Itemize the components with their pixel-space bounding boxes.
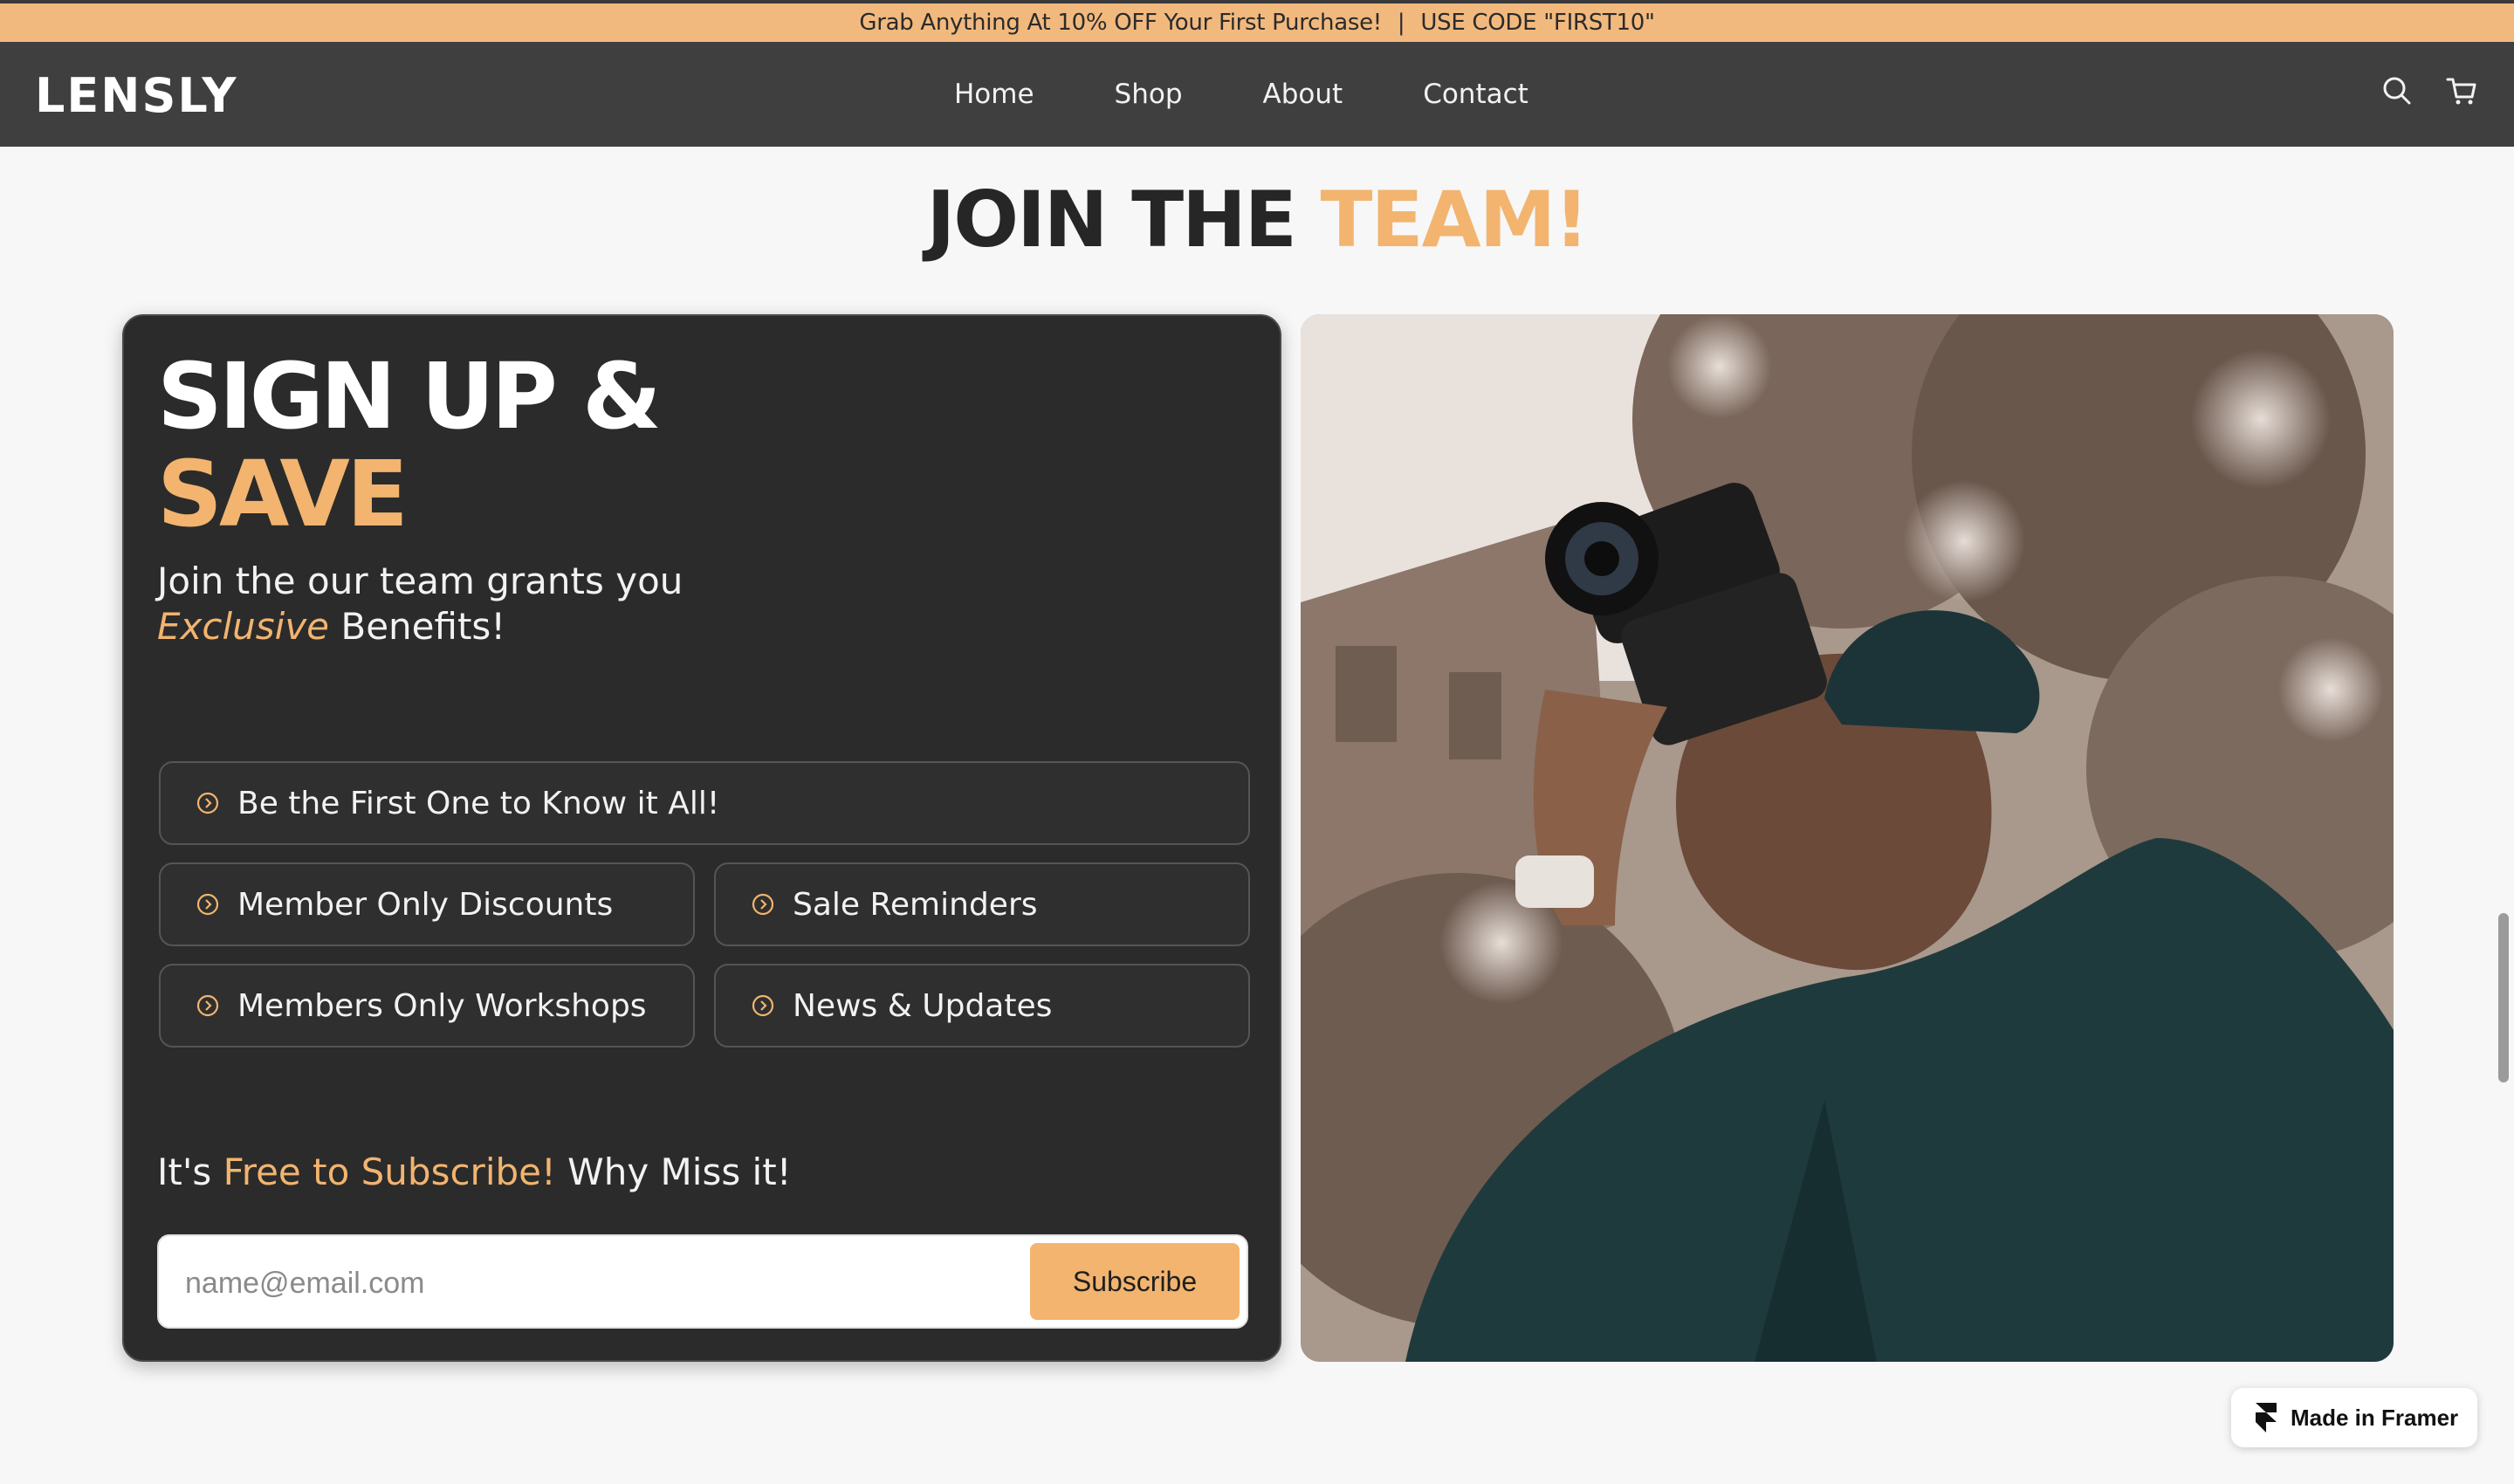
promo-banner: Grab Anything At 10% OFF Your First Purc…: [0, 0, 2514, 42]
signup-subtitle: Join the our team grants you Exclusive B…: [157, 559, 768, 649]
subscribe-button[interactable]: Subscribe: [1030, 1243, 1240, 1320]
benefit-item: Sale Reminders: [714, 862, 1250, 946]
photographer-illustration: [1301, 314, 2394, 1362]
badge-label: Made in Framer: [2291, 1404, 2459, 1431]
chevron-circle-icon: [196, 893, 219, 916]
benefit-item: Members Only Workshops: [159, 964, 695, 1048]
title-accent: TEAM!: [1320, 175, 1590, 265]
email-input[interactable]: [183, 1259, 972, 1308]
chevron-circle-icon: [752, 994, 774, 1017]
page-title: JOIN THE TEAM!: [0, 175, 2514, 265]
free-subscribe-line: It's Free to Subscribe! Why Miss it!: [157, 1151, 792, 1193]
page-scrollbar[interactable]: [2498, 913, 2509, 1082]
signup-card: SIGN UP & SAVE Join the our team grants …: [122, 314, 1281, 1362]
benefit-item: Be the First One to Know it All!: [159, 761, 1250, 845]
benefit-label: Members Only Workshops: [237, 987, 647, 1024]
chevron-circle-icon: [196, 994, 219, 1017]
nav-link-home[interactable]: Home: [954, 79, 1034, 110]
nav-links: Home Shop About Contact: [954, 42, 1609, 147]
cart-icon[interactable]: [2444, 73, 2479, 108]
promo-separator: |: [1397, 10, 1405, 36]
subtitle-rest: Benefits!: [329, 605, 506, 648]
promo-code: USE CODE "FIRST10": [1420, 10, 1655, 36]
benefit-label: Sale Reminders: [793, 886, 1038, 923]
nav-link-shop[interactable]: Shop: [1115, 79, 1183, 110]
benefit-label: News & Updates: [793, 987, 1053, 1024]
chevron-circle-icon: [196, 792, 219, 814]
framer-logo-icon: [2256, 1403, 2277, 1432]
nav-link-about[interactable]: About: [1263, 79, 1343, 110]
free-prefix: It's: [157, 1151, 223, 1193]
nav-icons: [2380, 73, 2479, 108]
benefit-item: Member Only Discounts: [159, 862, 695, 946]
title-main: JOIN THE: [926, 175, 1321, 265]
subtitle-emphasis: Exclusive: [157, 605, 330, 648]
signup-heading: SIGN UP & SAVE: [157, 343, 662, 547]
chevron-circle-icon: [752, 893, 774, 916]
subtitle-line1: Join the our team grants you: [157, 560, 683, 602]
benefit-item: News & Updates: [714, 964, 1250, 1048]
search-icon[interactable]: [2380, 73, 2414, 108]
photographer-image: [1301, 314, 2394, 1362]
free-accent: Free to Subscribe!: [223, 1151, 556, 1193]
nav-link-contact[interactable]: Contact: [1423, 79, 1528, 110]
signup-heading-line1: SIGN UP &: [157, 343, 662, 450]
made-in-framer-badge[interactable]: Made in Framer: [2231, 1388, 2477, 1447]
subscribe-form: Subscribe: [157, 1234, 1248, 1329]
free-suffix: Why Miss it!: [555, 1151, 792, 1193]
benefit-label: Member Only Discounts: [237, 886, 614, 923]
benefit-label: Be the First One to Know it All!: [237, 785, 720, 821]
promo-message: Grab Anything At 10% OFF Your First Purc…: [859, 10, 1382, 36]
signup-heading-line2: SAVE: [157, 441, 409, 547]
top-nav: LENSLY Home Shop About Contact: [0, 42, 2514, 147]
site-logo[interactable]: LENSLY: [35, 68, 237, 123]
